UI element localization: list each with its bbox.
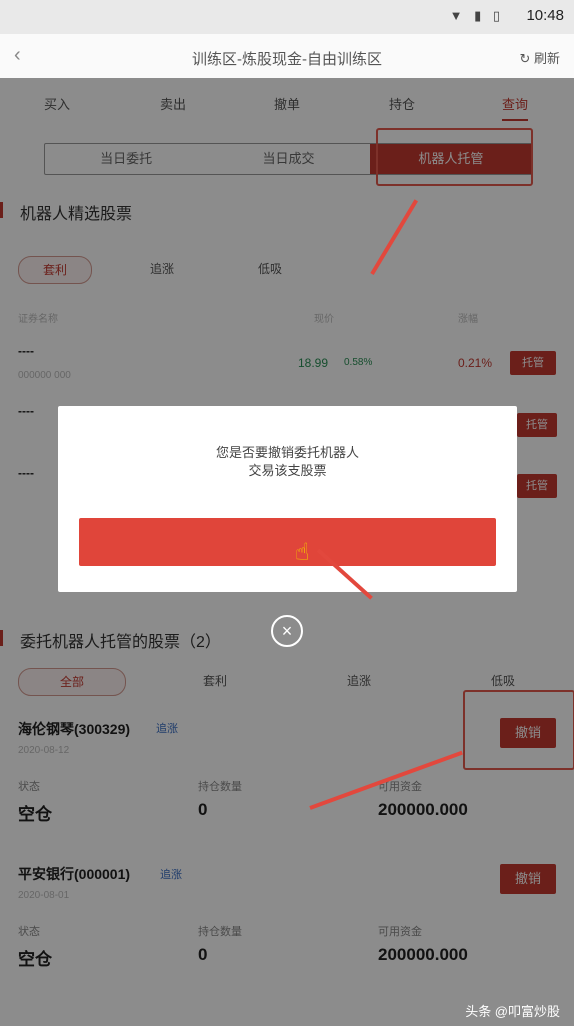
dialog-line-1: 您是否要撤销委托机器人 — [215, 445, 359, 460]
hand-pointer-icon: ☝ — [295, 539, 310, 566]
confirm-dialog: 您是否要撤销委托机器人 交易该支股票 ☝ — [58, 406, 517, 592]
page-title: 训练区-炼股现金-自由训练区 — [192, 51, 382, 68]
refresh-button[interactable]: ↻ 刷新 — [519, 48, 560, 67]
status-icons: ▼ ▮ ▯ — [449, 8, 504, 23]
dialog-message: 您是否要撤销委托机器人 交易该支股票 — [58, 444, 517, 480]
dialog-line-2: 交易该支股票 — [248, 463, 327, 478]
status-time: 10:48 — [526, 7, 564, 24]
watermark: 头条 @叩富炒股 — [465, 1004, 560, 1019]
close-icon[interactable]: × — [271, 615, 303, 647]
confirm-button[interactable]: ☝ — [79, 518, 496, 566]
